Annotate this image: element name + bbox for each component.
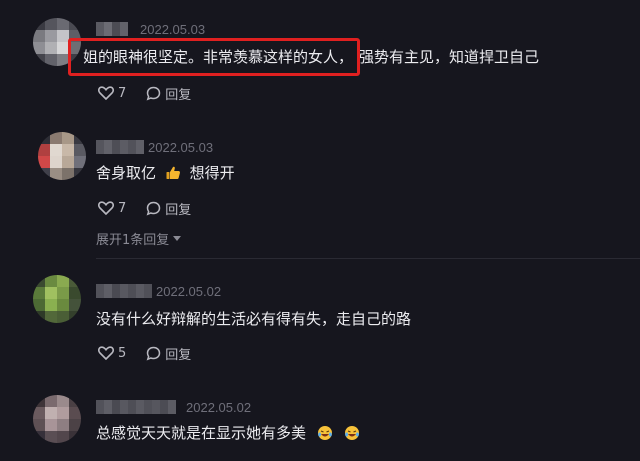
comment-meta: 2022.05.03 <box>96 20 205 38</box>
heart-icon <box>98 346 114 360</box>
comment-text: 总感觉天天就是在显示她有多美 <box>96 423 360 443</box>
avatar[interactable] <box>38 132 86 180</box>
username-blurred[interactable] <box>96 22 128 36</box>
comments-page: 2022.05.03 姐的眼神很坚定。非常羡慕这样的女人， 强势有主见，知道捍卫自… <box>0 0 640 461</box>
comment-meta: 2022.05.03 <box>96 138 213 156</box>
expand-replies-label: 展开1条回复 <box>96 233 170 248</box>
highlight-box <box>68 38 360 76</box>
heart-icon <box>98 86 114 100</box>
comment-text-part2: 想得开 <box>189 164 235 182</box>
comment-text-rest: 强势有主见，知道捍卫自己 <box>359 48 540 66</box>
expand-replies-button[interactable]: 展开1条回复 <box>96 229 182 248</box>
username-blurred[interactable] <box>96 400 176 414</box>
like-count: 5 <box>118 345 127 361</box>
like-count: 7 <box>118 85 127 101</box>
reply-bubble-icon <box>146 201 161 216</box>
comment-actions: 5 回复 <box>98 344 211 363</box>
chevron-down-icon <box>173 236 182 241</box>
comment-text-body: 总感觉天天就是在显示她有多美 <box>96 424 307 442</box>
reply-button[interactable]: 回复 <box>146 199 191 218</box>
comment-actions: 7 回复 <box>98 199 211 218</box>
like-count: 7 <box>118 200 127 216</box>
reply-button[interactable]: 回复 <box>146 344 191 363</box>
comment-date: 2022.05.02 <box>186 399 252 415</box>
reply-label: 回复 <box>165 347 192 363</box>
comment-text: 舍身取亿 想得开 <box>96 163 235 183</box>
comment-meta: 2022.05.02 <box>96 282 221 300</box>
like-button[interactable]: 7 <box>98 86 126 101</box>
username-blurred[interactable] <box>96 284 152 298</box>
username-blurred[interactable] <box>96 140 144 154</box>
reply-button[interactable]: 回复 <box>146 84 191 103</box>
comment-actions: 7 回复 <box>98 84 211 103</box>
comment-date: 2022.05.03 <box>140 21 206 37</box>
reply-label: 回复 <box>165 87 192 103</box>
comment-text-body: 没有什么好辩解的生活必有得有失，走自己的路 <box>96 310 412 328</box>
comment-text: 没有什么好辩解的生活必有得有失，走自己的路 <box>96 309 411 329</box>
divider <box>96 258 640 259</box>
laughing-emoji-icon <box>317 426 332 440</box>
like-button[interactable]: 7 <box>98 201 126 216</box>
comment-text-part1: 舍身取亿 <box>96 164 157 182</box>
avatar[interactable] <box>33 275 81 323</box>
comment-date: 2022.05.03 <box>148 139 214 155</box>
reply-label: 回复 <box>165 202 192 218</box>
reply-bubble-icon <box>146 86 161 101</box>
comment-meta: 2022.05.02 <box>96 398 251 416</box>
comment-date: 2022.05.02 <box>156 283 222 299</box>
thumbs-up-emoji-icon <box>166 166 180 179</box>
avatar[interactable] <box>33 395 81 443</box>
heart-icon <box>98 201 114 215</box>
like-button[interactable]: 5 <box>98 346 126 361</box>
reply-bubble-icon <box>146 346 161 361</box>
laughing-emoji-icon <box>344 426 359 440</box>
